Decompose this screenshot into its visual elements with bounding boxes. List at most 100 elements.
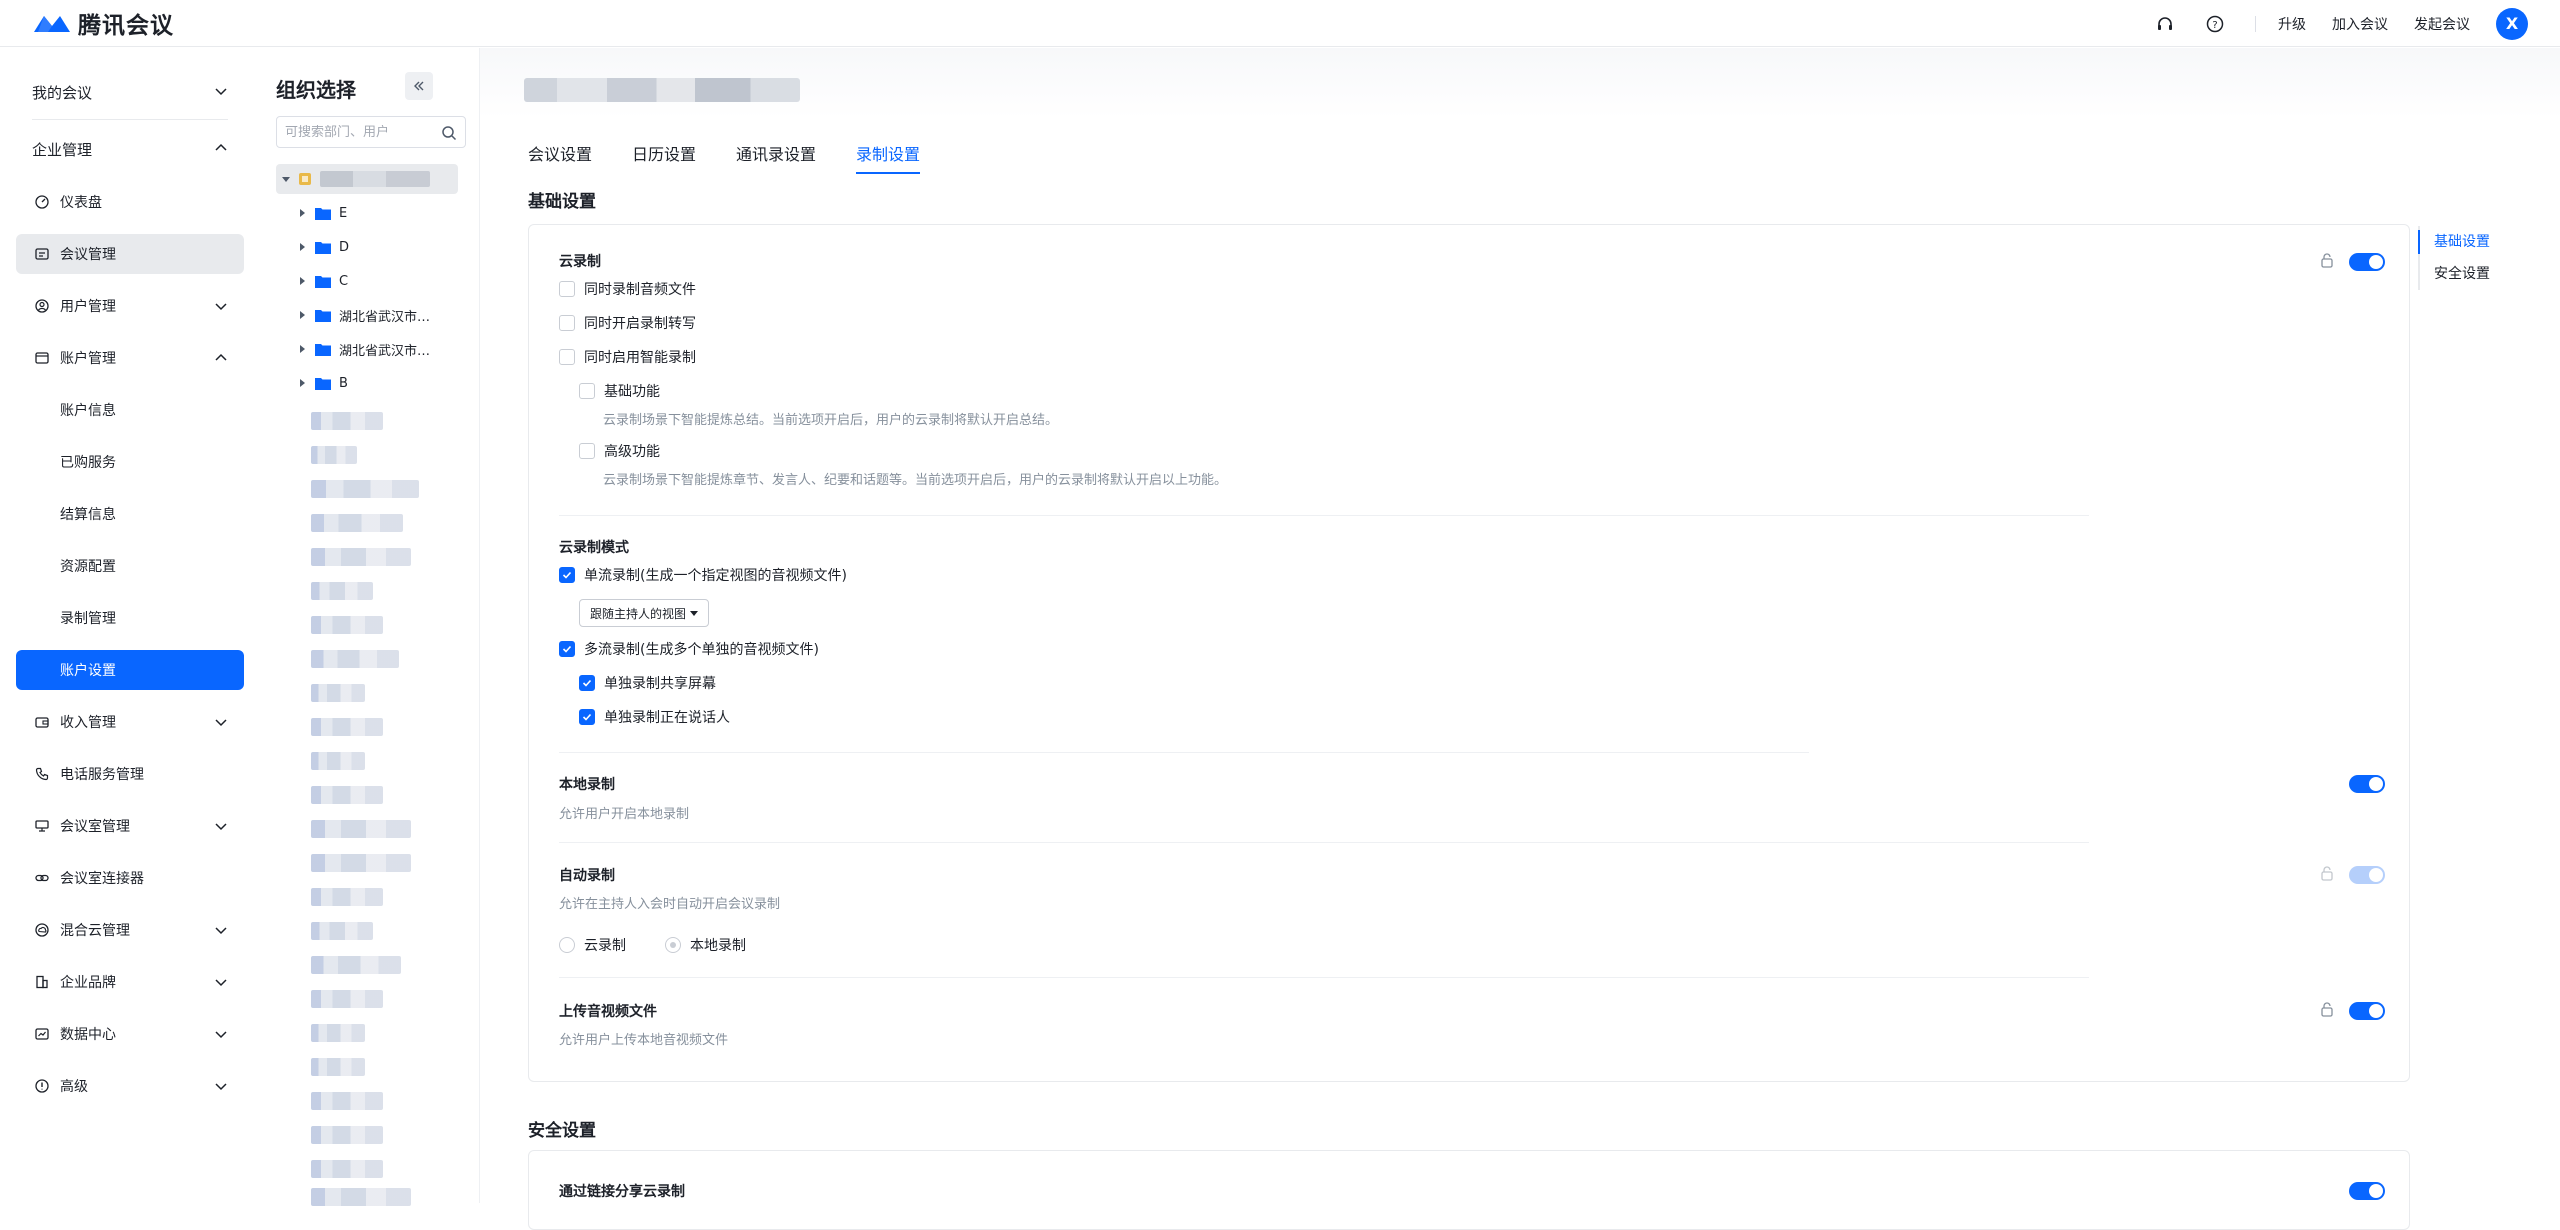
lock-icon[interactable] [2319,252,2335,268]
blurred-user-row[interactable] [311,1188,411,1206]
checkbox-record-audio[interactable]: 同时录制音频文件 [559,279,696,299]
checkbox[interactable] [579,383,595,399]
blurred-user-row[interactable] [311,888,383,906]
checkbox[interactable] [579,443,595,459]
logo[interactable]: 腾讯会议 [32,6,174,40]
radio-cloud-recording[interactable]: 云录制 [559,935,626,955]
avatar[interactable]: X [2496,7,2528,40]
left-nav: 我的会议 企业管理 仪表盘 会议管理 用户管理 账户管理 账户信息 已购服务 结… [0,48,260,1203]
anchor-security-settings[interactable]: 安全设置 [2420,258,2528,290]
nav-recording-management[interactable]: 录制管理 [16,598,244,638]
blurred-user-row[interactable] [311,854,411,872]
checkbox-multi-stream[interactable]: 多流录制(生成多个单独的音视频文件) [559,639,819,659]
checkbox-smart-recording[interactable]: 同时启用智能录制 [559,347,696,367]
local-recording-toggle[interactable] [2349,775,2385,793]
tree-folder-d[interactable]: D [276,232,458,262]
checkbox[interactable] [559,349,575,365]
blurred-user-row[interactable] [311,582,373,600]
nav-hybrid-cloud[interactable]: 混合云管理 [16,910,244,950]
collapse-panel-button[interactable] [405,72,433,100]
blurred-user-row[interactable] [311,1126,383,1144]
headset-icon[interactable] [2155,14,2175,34]
blurred-user-row[interactable] [311,922,373,940]
checkbox[interactable] [559,281,575,297]
upgrade-link[interactable]: 升级 [2278,14,2306,34]
nav-enterprise-brand[interactable]: 企业品牌 [16,962,244,1002]
checkbox-checked[interactable] [579,675,595,691]
anchor-basic-settings[interactable]: 基础设置 [2418,226,2528,258]
blurred-user-row[interactable] [311,684,365,702]
blurred-user-row[interactable] [311,820,411,838]
nav-label: 电话服务管理 [60,767,144,783]
tree-folder-e[interactable]: E [276,198,458,228]
nav-my-meetings[interactable]: 我的会议 [16,72,244,112]
tab-contacts-settings[interactable]: 通讯录设置 [736,138,816,174]
nav-data-center[interactable]: 数据中心 [16,1014,244,1054]
blurred-user-row[interactable] [311,1024,365,1042]
tree-folder-wuhan-2[interactable]: 湖北省武汉市… [276,334,458,364]
checkbox-record-speaker[interactable]: 单独录制正在说话人 [579,707,730,727]
view-select-dropdown[interactable]: 跟随主持人的视图 [579,599,709,627]
blurred-user-row[interactable] [311,990,383,1008]
lock-icon[interactable] [2319,1001,2335,1017]
tree-root-org[interactable] [276,164,458,194]
tree-folder-b[interactable]: B [276,368,458,398]
checkbox-checked[interactable] [559,567,575,583]
blurred-user-row[interactable] [311,1160,383,1178]
blurred-user-row[interactable] [311,548,411,566]
nav-room-connector[interactable]: 会议室连接器 [16,858,244,898]
blurred-user-row[interactable] [311,718,383,736]
nav-resource-config[interactable]: 资源配置 [16,546,244,586]
nav-income-management[interactable]: 收入管理 [16,702,244,742]
nav-room-management[interactable]: 会议室管理 [16,806,244,846]
tree-folder-c[interactable]: C [276,266,458,296]
radio-button[interactable] [559,937,575,953]
radio-button-selected[interactable] [665,937,681,953]
blurred-user-row[interactable] [311,616,383,634]
checkbox-checked[interactable] [559,641,575,657]
checkbox[interactable] [559,315,575,331]
start-meeting-link[interactable]: 发起会议 [2414,14,2470,34]
nav-account-info[interactable]: 账户信息 [16,390,244,430]
checkbox-record-transcript[interactable]: 同时开启录制转写 [559,313,696,333]
nav-user-management[interactable]: 用户管理 [16,286,244,326]
checkbox-basic-function[interactable]: 基础功能 [579,381,660,401]
nav-purchased-services[interactable]: 已购服务 [16,442,244,482]
blurred-user-row[interactable] [311,956,401,974]
blurred-user-row[interactable] [311,412,383,430]
checkbox-checked[interactable] [579,709,595,725]
nav-phone-service[interactable]: 电话服务管理 [16,754,244,794]
blurred-user-row[interactable] [311,786,383,804]
auto-recording-toggle[interactable] [2349,866,2385,884]
nav-dashboard[interactable]: 仪表盘 [16,182,244,222]
blurred-user-row[interactable] [311,514,403,532]
radio-local-recording[interactable]: 本地录制 [665,935,746,955]
checkbox-advanced-function[interactable]: 高级功能 [579,441,660,461]
nav-account-management[interactable]: 账户管理 [16,338,244,378]
blurred-user-row[interactable] [311,752,365,770]
blurred-user-row[interactable] [311,480,419,498]
search-icon[interactable] [441,125,457,141]
blurred-user-row[interactable] [311,1058,365,1076]
cloud-recording-toggle[interactable] [2349,253,2385,271]
checkbox-record-share-screen[interactable]: 单独录制共享屏幕 [579,673,716,693]
org-search-input[interactable] [285,124,435,140]
tab-calendar-settings[interactable]: 日历设置 [632,138,696,174]
nav-enterprise[interactable]: 企业管理 [16,129,244,169]
lock-icon[interactable] [2319,865,2335,881]
upload-files-toggle[interactable] [2349,1002,2385,1020]
blurred-user-row[interactable] [311,446,357,464]
checkbox-single-stream[interactable]: 单流录制(生成一个指定视图的音视频文件) [559,565,847,585]
share-link-toggle[interactable] [2349,1182,2385,1200]
blurred-user-row[interactable] [311,1092,383,1110]
blurred-user-row[interactable] [311,650,399,668]
nav-account-settings[interactable]: 账户设置 [16,650,244,690]
tree-folder-wuhan-1[interactable]: 湖北省武汉市… [276,300,458,330]
nav-billing-info[interactable]: 结算信息 [16,494,244,534]
help-icon[interactable]: ? [2205,14,2225,34]
tab-meeting-settings[interactable]: 会议设置 [528,138,592,174]
nav-meeting-management[interactable]: 会议管理 [16,234,244,274]
tab-recording-settings[interactable]: 录制设置 [856,138,921,174]
nav-advanced[interactable]: 高级 [16,1066,244,1106]
join-meeting-link[interactable]: 加入会议 [2332,14,2388,34]
